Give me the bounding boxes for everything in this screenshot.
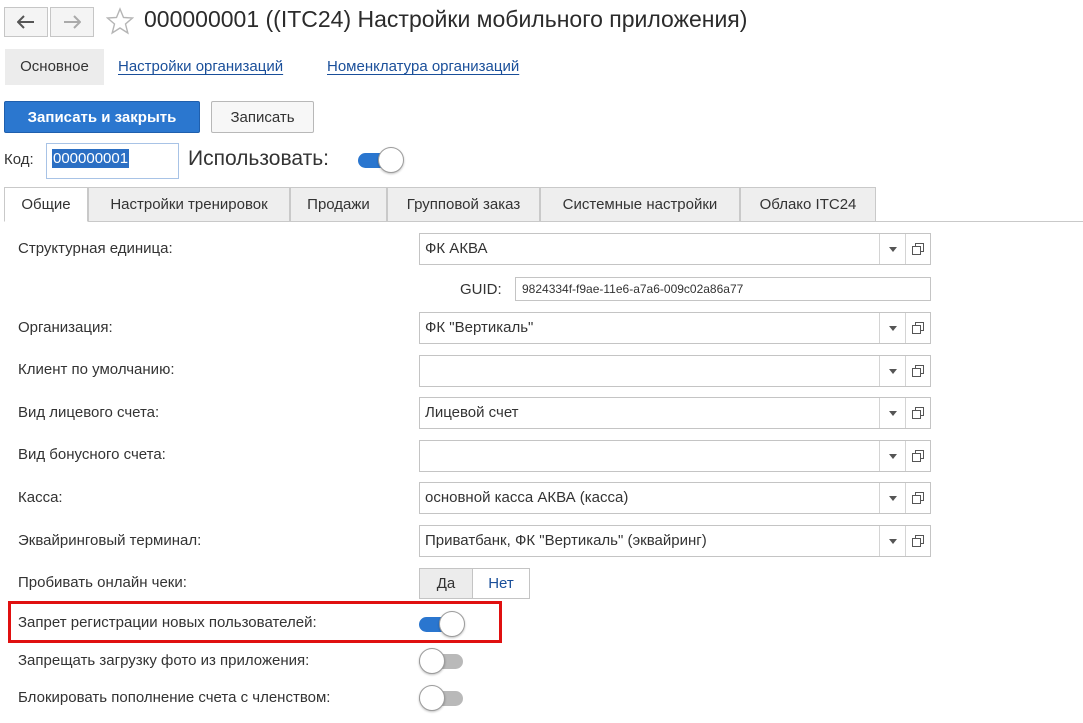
chevron-down-icon[interactable] (879, 313, 905, 343)
cash-register-label: Касса: (18, 489, 63, 506)
tab-sales[interactable]: Продажи (290, 187, 387, 222)
use-label: Использовать: (188, 147, 329, 170)
block-topup-membership-toggle[interactable] (419, 685, 465, 711)
deny-registration-label: Запрет регистрации новых пользователей: (18, 614, 317, 631)
open-icon[interactable] (905, 313, 930, 343)
back-button[interactable] (4, 7, 48, 37)
organization-field[interactable]: ФК "Вертикаль" (419, 312, 931, 344)
code-input[interactable]: 000000001 (46, 143, 179, 179)
structural-unit-label: Структурная единица: (18, 240, 173, 257)
default-client-field[interactable] (419, 355, 931, 387)
open-icon[interactable] (905, 526, 930, 556)
guid-label: GUID: (460, 281, 502, 298)
cash-register-value: основной касса АКВА (касса) (425, 489, 629, 506)
organization-label: Организация: (18, 319, 113, 336)
guid-field[interactable]: 9824334f-f9ae-11e6-a7a6-009c02a86a77 (515, 277, 931, 301)
chevron-down-icon[interactable] (879, 526, 905, 556)
acquiring-terminal-value: Приватбанк, ФК "Вертикаль" (эквайринг) (425, 532, 707, 549)
personal-account-type-value: Лицевой счет (425, 404, 519, 421)
tab-training-settings[interactable]: Настройки тренировок (88, 187, 290, 222)
save-and-close-button[interactable]: Записать и закрыть (4, 101, 200, 133)
chevron-down-icon[interactable] (879, 356, 905, 386)
online-receipts-label: Пробивать онлайн чеки: (18, 574, 187, 591)
cash-register-field[interactable]: основной касса АКВА (касса) (419, 482, 931, 514)
acquiring-terminal-field[interactable]: Приватбанк, ФК "Вертикаль" (эквайринг) (419, 525, 931, 557)
tab-itc24-cloud[interactable]: Облако ITC24 (740, 187, 876, 222)
tab-system-settings[interactable]: Системные настройки (540, 187, 740, 222)
open-icon[interactable] (905, 356, 930, 386)
online-receipts-yes-button[interactable]: Да (419, 568, 473, 599)
arrow-right-icon (64, 15, 81, 29)
open-icon[interactable] (905, 441, 930, 471)
open-icon[interactable] (905, 398, 930, 428)
chevron-down-icon[interactable] (879, 398, 905, 428)
online-receipts-no-button[interactable]: Нет (472, 568, 530, 599)
tab-general[interactable]: Общие (4, 187, 88, 222)
tab-group-order[interactable]: Групповой заказ (387, 187, 540, 222)
chevron-down-icon[interactable] (879, 483, 905, 513)
chevron-down-icon[interactable] (879, 441, 905, 471)
page-title: 000000001 ((ITC24) Настройки мобильного … (144, 6, 748, 32)
save-button[interactable]: Записать (211, 101, 314, 133)
personal-account-type-field[interactable]: Лицевой счет (419, 397, 931, 429)
acquiring-terminal-label: Эквайринговый терминал: (18, 532, 202, 549)
nav-tab-org-nomenclature[interactable]: Номенклатура организаций (327, 49, 519, 85)
nav-tab-org-settings[interactable]: Настройки организаций (118, 49, 283, 85)
deny-registration-toggle[interactable] (419, 611, 465, 637)
organization-value: ФК "Вертикаль" (425, 319, 534, 336)
code-value: 000000001 (52, 149, 130, 168)
bonus-account-type-label: Вид бонусного счета: (18, 446, 166, 463)
block-topup-membership-label: Блокировать пополнение счета с членством… (18, 689, 331, 706)
deny-photo-upload-toggle[interactable] (419, 648, 465, 674)
code-label: Код: (4, 151, 34, 168)
arrow-left-icon (17, 15, 34, 29)
structural-unit-value: ФК АКВА (425, 240, 488, 257)
structural-unit-field[interactable]: ФК АКВА (419, 233, 931, 265)
open-icon[interactable] (905, 234, 930, 264)
forward-button[interactable] (50, 7, 94, 37)
deny-photo-upload-label: Запрещать загрузку фото из приложения: (18, 652, 310, 669)
bonus-account-type-field[interactable] (419, 440, 931, 472)
default-client-label: Клиент по умолчанию: (18, 361, 175, 378)
nav-tab-main[interactable]: Основное (5, 49, 104, 85)
chevron-down-icon[interactable] (879, 234, 905, 264)
open-icon[interactable] (905, 483, 930, 513)
use-toggle[interactable] (358, 147, 404, 173)
personal-account-type-label: Вид лицевого счета: (18, 404, 160, 421)
favorite-star-icon[interactable] (105, 7, 136, 37)
